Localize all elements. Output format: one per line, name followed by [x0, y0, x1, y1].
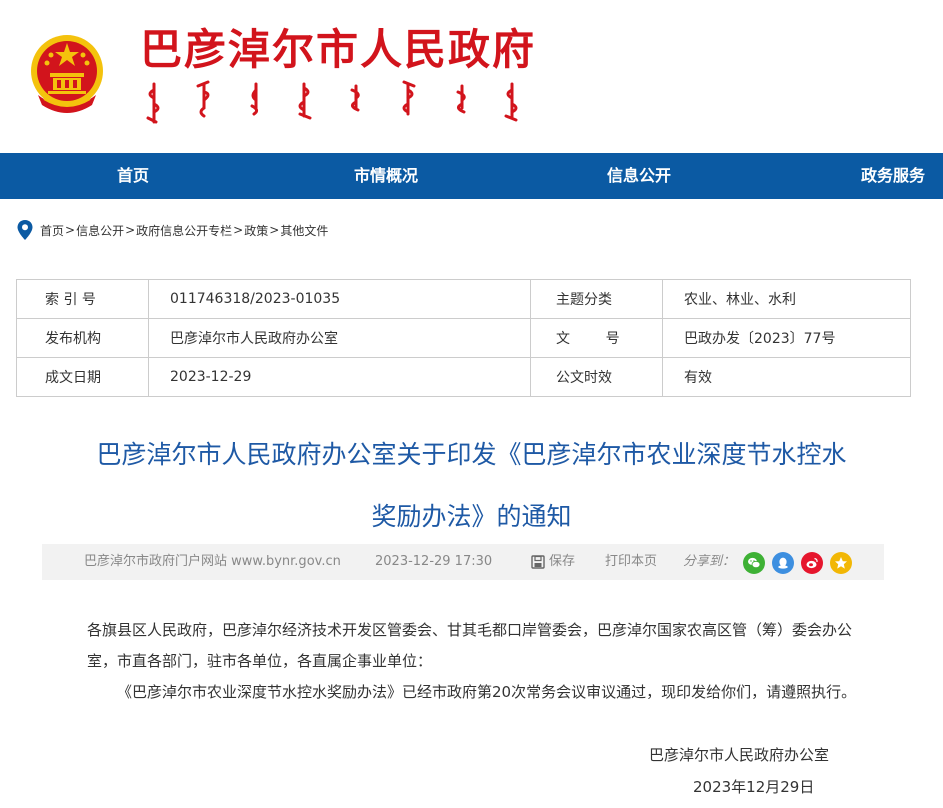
national-emblem-icon	[31, 35, 103, 113]
nav-item-info-disclosure[interactable]: 信息公开	[607, 153, 671, 199]
signature-date: 2023年12月29日	[693, 778, 815, 796]
wechat-icon	[748, 557, 761, 569]
source-text: 巴彦淖尔市政府门户网站 www.bynr.gov.cn	[84, 554, 341, 569]
written-date-value: 2023-12-29	[148, 357, 531, 397]
topic-category-label: 主题分类	[530, 279, 663, 319]
table-row: 索 引 号 011746318/2023-01035 主题分类 农业、林业、水利	[16, 279, 911, 319]
document-title-line1: 巴彦淖尔市人民政府办公室关于印发《巴彦淖尔市农业深度节水控水	[96, 440, 847, 469]
breadcrumb: 首页 > 信息公开 > 政府信息公开专栏 > 政策 > 其他文件	[16, 218, 328, 242]
save-button[interactable]: 保存	[531, 544, 575, 580]
main-nav: 首页 市情概况 信息公开 政务服务	[0, 153, 943, 199]
table-row: 成文日期 2023-12-29 公文时效 有效	[16, 357, 911, 397]
weibo-icon	[806, 557, 818, 569]
breadcrumb-info-column[interactable]: 政府信息公开专栏	[136, 222, 232, 239]
publisher-label: 发布机构	[16, 318, 149, 358]
signature-organization: 巴彦淖尔市人民政府办公室	[649, 746, 830, 764]
body-paragraph: 各旗县区人民政府，巴彦淖尔经济技术开发区管委会、甘其毛都口岸管委会，巴彦淖尔国家…	[87, 621, 853, 670]
location-pin-icon	[17, 220, 33, 240]
written-date-label: 成文日期	[16, 357, 149, 397]
breadcrumb-policy[interactable]: 政策	[244, 222, 268, 239]
breadcrumb-separator: >	[233, 223, 244, 237]
document-info-table: 索 引 号 011746318/2023-01035 主题分类 农业、林业、水利…	[16, 279, 911, 397]
share-qq-button[interactable]	[772, 552, 794, 574]
index-number-label: 索 引 号	[16, 279, 149, 319]
article-body: 各旗县区人民政府，巴彦淖尔经济技术开发区管委会、甘其毛都口岸管委会，巴彦淖尔国家…	[87, 615, 857, 708]
publish-datetime: 2023-12-29 17:30	[375, 554, 493, 569]
save-label: 保存	[549, 554, 576, 569]
publisher-value: 巴彦淖尔市人民政府办公室	[148, 318, 531, 358]
document-title: 巴彦淖尔市人民政府办公室关于印发《巴彦淖尔市农业深度节水控水 奖励办法》的通知	[30, 424, 913, 548]
validity-label: 公文时效	[530, 357, 663, 397]
save-icon	[531, 555, 545, 569]
nav-item-gov-services[interactable]: 政务服务	[861, 153, 925, 199]
share-wechat-button[interactable]	[743, 552, 765, 574]
document-number-label: 文 号	[530, 318, 663, 358]
star-icon	[835, 557, 847, 569]
nav-item-home[interactable]: 首页	[117, 153, 149, 199]
breadcrumb-info-disclosure[interactable]: 信息公开	[76, 222, 124, 239]
share-label: 分享到：	[683, 554, 736, 569]
breadcrumb-other-files[interactable]: 其他文件	[280, 222, 328, 239]
site-header: 巴彦淖尔市人民政府	[0, 0, 943, 153]
breadcrumb-separator: >	[269, 223, 280, 237]
topic-category-value: 农业、林业、水利	[662, 279, 911, 319]
body-paragraph: 《巴彦淖尔市农业深度节水控水奖励办法》已经市政府第20次常务会议审议通过，现印发…	[117, 683, 857, 701]
table-row: 发布机构 巴彦淖尔市人民政府办公室 文 号 巴政办发〔2023〕77号	[16, 318, 911, 358]
share-weibo-button[interactable]	[801, 552, 823, 574]
article-meta-bar: 巴彦淖尔市政府门户网站 www.bynr.gov.cn 2023-12-29 1…	[42, 544, 884, 580]
qq-icon	[778, 557, 788, 569]
mongolian-script-title	[146, 80, 518, 124]
site-title: 巴彦淖尔市人民政府	[140, 25, 537, 74]
document-title-line2: 奖励办法》的通知	[371, 502, 572, 531]
share-qzone-button[interactable]	[830, 552, 852, 574]
breadcrumb-separator: >	[125, 223, 136, 237]
validity-value: 有效	[662, 357, 911, 397]
breadcrumb-home[interactable]: 首页	[40, 222, 64, 239]
index-number-value: 011746318/2023-01035	[148, 279, 531, 319]
print-button[interactable]: 打印本页	[605, 544, 657, 580]
nav-item-city-overview[interactable]: 市情概况	[354, 153, 418, 199]
breadcrumb-separator: >	[65, 223, 76, 237]
document-number-value: 巴政办发〔2023〕77号	[662, 318, 911, 358]
